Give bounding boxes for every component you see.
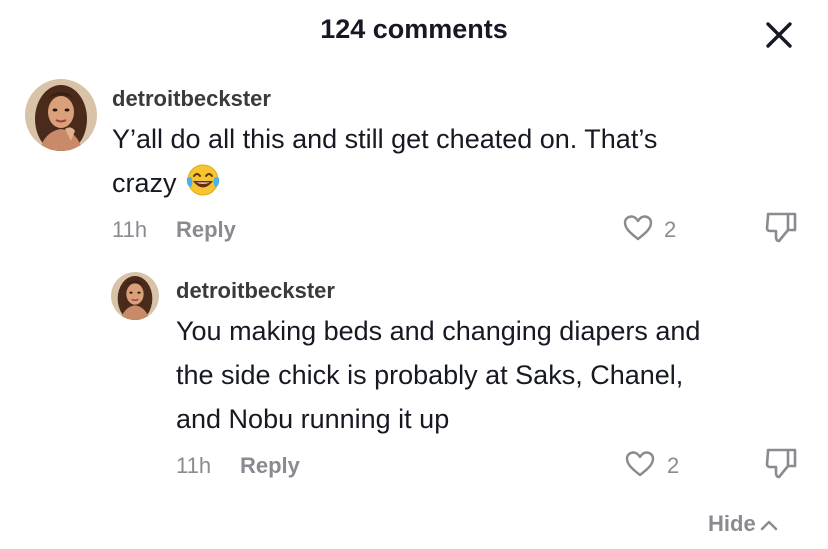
hide-replies-button[interactable]: Hide — [708, 511, 778, 537]
dislike-button[interactable] — [764, 446, 798, 480]
thumbs-down-icon — [765, 448, 797, 479]
comment-username[interactable]: detroitbeckster — [112, 86, 271, 112]
reply-button[interactable]: Reply — [176, 217, 236, 243]
comment-text-line: crazy — [112, 161, 772, 205]
reply-text-line: and Nobu running it up — [176, 404, 450, 434]
like-button[interactable] — [623, 214, 653, 242]
like-count: 2 — [664, 217, 677, 242]
hide-label: Hide — [708, 511, 756, 536]
dislike-button[interactable] — [764, 210, 798, 244]
reply-time: 11h — [176, 453, 212, 478]
heart-icon — [623, 215, 653, 241]
comment-text-line: Y’all do all this and still get cheated … — [112, 124, 658, 154]
laughing-emoji-icon — [184, 162, 222, 198]
like-button[interactable] — [625, 450, 655, 478]
comment-text: Y’all do all this and still get cheated … — [112, 117, 772, 205]
comments-count-title: 124 comments — [320, 14, 508, 44]
reply-text-line: You making beds and changing diapers and — [176, 316, 701, 346]
close-button[interactable] — [762, 18, 796, 52]
reply-text-line: the side chick is probably at Saks, Chan… — [176, 360, 684, 390]
comment-time: 11h — [112, 217, 148, 242]
avatar[interactable] — [25, 79, 97, 151]
reply-button[interactable]: Reply — [240, 453, 300, 479]
like-count: 2 — [667, 453, 680, 478]
thumbs-down-icon — [765, 212, 797, 243]
heart-icon — [625, 451, 655, 477]
avatar[interactable] — [111, 272, 159, 320]
reply-text: You making beds and changing diapers and… — [176, 309, 806, 441]
reply-username[interactable]: detroitbeckster — [176, 278, 335, 304]
close-icon — [766, 22, 792, 48]
chevron-up-icon — [760, 520, 777, 531]
